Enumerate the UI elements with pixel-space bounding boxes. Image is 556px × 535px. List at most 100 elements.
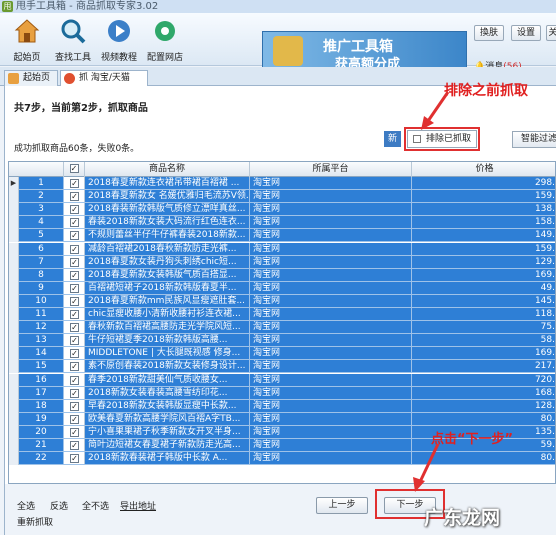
arrow-up-icon xyxy=(421,91,450,130)
tab-taobao[interactable]: 抓 淘宝/天猫 xyxy=(60,70,148,86)
prev-step-button[interactable]: 上一步 xyxy=(316,497,368,514)
smart-filter-button[interactable]: 智能过滤 xyxy=(512,131,556,148)
main-toolbar: 起始页 查找工具 视频教程 配置网店 推广工具箱 获高额分成 換肤 设置 关 xyxy=(0,13,556,72)
tab-home-label: 起始页 xyxy=(23,73,51,83)
row-indicator xyxy=(9,373,19,387)
app-logo-icon: 甩 xyxy=(2,1,13,12)
row-indicator xyxy=(9,347,19,361)
tab-taobao-label: 抓 淘宝/天猫 xyxy=(79,73,130,83)
row-indicator xyxy=(9,203,19,217)
tab-home[interactable]: 起始页 xyxy=(4,70,58,86)
video-tutorial-button[interactable]: 视频教程 xyxy=(96,16,142,64)
row-checkbox[interactable]: ✓ xyxy=(70,323,79,333)
arrow-down-icon xyxy=(413,443,440,492)
home-button[interactable]: 起始页 xyxy=(4,16,50,64)
fetch-result: 成功抓取商品60条，失败0条。 xyxy=(14,144,140,154)
export-links-link[interactable]: 导出地址 xyxy=(120,499,156,512)
home-icon xyxy=(14,19,40,43)
find-tool-button[interactable]: 查找工具 xyxy=(50,16,96,64)
table-row[interactable]: 6 ✓ 减龄百褶裙2018春秋新款防走光裤... 淘宝网 159. xyxy=(9,242,555,256)
title-bar: 甩 甩手工具箱 - 商品抓取专家3.02 xyxy=(0,0,556,13)
row-checkbox[interactable]: ✓ xyxy=(70,296,79,306)
table-row[interactable]: 4 ✓ 春装2018新款女装大码流行红色连衣... 淘宝网 158. xyxy=(9,216,555,230)
table-row[interactable]: 12 ✓ 春秋新款百褶裙高腰防走光学院风短... 淘宝网 75. xyxy=(9,321,555,335)
table-row[interactable]: 14 ✓ MIDDLETONE | 大长腿既视感 修身... 淘宝网 169. xyxy=(9,347,555,361)
table-row[interactable]: 11 ✓ chic显瘦收腰小清新收腰衬衫连衣裙... 淘宝网 118. xyxy=(9,308,555,321)
row-checkbox[interactable]: ✓ xyxy=(70,336,79,346)
skin-button[interactable]: 換肤 xyxy=(474,25,504,41)
row-checkbox[interactable]: ✓ xyxy=(70,244,79,254)
table-row[interactable]: 22 ✓ 2018新款春装裙子韩版中长款 A... 淘宝网 80. xyxy=(9,452,555,466)
table-row[interactable]: 9 ✓ 百褶裙短裙子2018新款韩版春夏半... 淘宝网 49. xyxy=(9,281,555,295)
row-indicator xyxy=(9,425,19,439)
row-indicator xyxy=(9,294,19,308)
row-indicator xyxy=(9,360,19,374)
row-indicator xyxy=(9,268,19,282)
table-row[interactable]: ▶ 1 ✓ 2018春夏新款连衣裙吊带裙百褶裙 ... 淘宝网 298. xyxy=(9,177,555,190)
settings-button[interactable]: 设置 xyxy=(511,25,541,41)
row-checkbox[interactable]: ✓ xyxy=(70,205,79,215)
row-checkbox[interactable]: ✓ xyxy=(70,218,79,228)
select-none-link[interactable]: 全不选 xyxy=(82,499,109,512)
row-checkbox[interactable]: ✓ xyxy=(70,414,79,424)
row-indicator xyxy=(9,242,19,256)
row-checkbox[interactable]: ✓ xyxy=(70,441,79,450)
table-row[interactable]: 18 ✓ 早春2018新款女装韩版显瘦中长款... 淘宝网 128. xyxy=(9,399,555,413)
row-indicator: ▶ xyxy=(9,177,19,190)
row-checkbox[interactable]: ✓ xyxy=(70,375,79,385)
row-indicator xyxy=(9,321,19,335)
table-row[interactable]: 2 ✓ 2018春夏新款女 名媛优雅归毛流苏V领... 淘宝网 159. xyxy=(9,190,555,204)
table-row[interactable]: 17 ✓ 2018新款女装春装高腰雪纺印花... 淘宝网 168. xyxy=(9,386,555,400)
row-indicator xyxy=(9,412,19,426)
row-checkbox[interactable]: ✓ xyxy=(70,427,79,437)
app-window: 甩 甩手工具箱 - 商品抓取专家3.02 起始页 查找工具 视频教程 配置网店 … xyxy=(0,0,556,535)
row-checkbox[interactable]: ✓ xyxy=(70,388,79,398)
row-checkbox[interactable]: ✓ xyxy=(70,192,79,202)
header-checkbox[interactable]: ✓ xyxy=(69,164,79,173)
row-checkbox[interactable]: ✓ xyxy=(70,179,79,188)
header-name[interactable]: 商品名称 xyxy=(85,162,250,177)
row-indicator xyxy=(9,439,19,452)
table-row[interactable]: 7 ✓ 2018春夏款女装丹狗头刺绣chic短... 淘宝网 129. xyxy=(9,255,555,269)
video-label: 视频教程 xyxy=(100,53,137,63)
table-row[interactable]: 13 ✓ 牛仔短裙夏季2018新款韩版高腰... 淘宝网 58. xyxy=(9,334,555,348)
table-row[interactable]: 15 ✓ 素不原创春装2018新款女装修身设计... 淘宝网 217. xyxy=(9,360,555,374)
new-badge-button[interactable]: 新 xyxy=(384,131,401,147)
header-price[interactable]: 价格 xyxy=(412,162,555,177)
row-checkbox[interactable]: ✓ xyxy=(70,349,79,359)
invert-selection-link[interactable]: 反选 xyxy=(50,499,68,512)
row-indicator xyxy=(9,308,19,321)
table-row[interactable]: 5 ✓ 不规则蕾丝半仔牛仔裤春装2018新款... 淘宝网 149. xyxy=(9,229,555,243)
row-checkbox[interactable]: ✓ xyxy=(70,310,79,319)
refetch-link[interactable]: 重新抓取 xyxy=(17,515,53,528)
find-tool-label: 查找工具 xyxy=(54,53,91,63)
row-checkbox[interactable]: ✓ xyxy=(70,231,79,241)
step-indicator: 共7步，当前第2步，抓取商品 xyxy=(14,103,148,114)
table-row[interactable]: 10 ✓ 2018春夏新款mm民族风显瘦遮肚套... 淘宝网 145. xyxy=(9,294,555,308)
row-checkbox[interactable]: ✓ xyxy=(70,362,79,372)
annotation-exclude: 排除之前抓取 xyxy=(444,83,528,99)
row-checkbox[interactable]: ✓ xyxy=(70,454,79,464)
table-row[interactable]: 3 ✓ 2018春装新款韩版气质修立漂咩真丝... 淘宝网 138. xyxy=(9,203,555,217)
row-indicator xyxy=(9,190,19,204)
row-indicator xyxy=(9,255,19,269)
table-row[interactable]: 16 ✓ 春季2018新款甜美仙气质收腰女... 淘宝网 720. xyxy=(9,373,555,387)
video-icon xyxy=(108,20,130,42)
row-checkbox[interactable]: ✓ xyxy=(70,270,79,280)
home-tab-icon xyxy=(8,73,19,84)
promo-banner[interactable]: 推广工具箱 获高额分成 xyxy=(262,31,467,72)
row-checkbox[interactable]: ✓ xyxy=(70,401,79,411)
table-row[interactable]: 19 ✓ 欧美春夏新款高腰学院风百褶A字TB... 淘宝网 80. xyxy=(9,412,555,426)
gear-icon xyxy=(155,21,175,41)
row-separator xyxy=(19,464,555,466)
home-label: 起始页 xyxy=(13,53,41,63)
window-title: 甩手工具箱 - 商品抓取专家3.02 xyxy=(16,1,159,12)
header-select-all[interactable]: ✓ xyxy=(64,162,85,177)
row-checkbox[interactable]: ✓ xyxy=(70,257,79,267)
config-store-button[interactable]: 配置网店 xyxy=(142,16,188,64)
select-all-link[interactable]: 全选 xyxy=(17,499,35,512)
row-checkbox[interactable]: ✓ xyxy=(70,283,79,293)
header-platform[interactable]: 所属平台 xyxy=(250,162,412,177)
table-row[interactable]: 8 ✓ 2018春夏新款女装韩版气质百搭显... 淘宝网 169. xyxy=(9,268,555,282)
close-tool-button[interactable]: 关 xyxy=(546,25,556,41)
